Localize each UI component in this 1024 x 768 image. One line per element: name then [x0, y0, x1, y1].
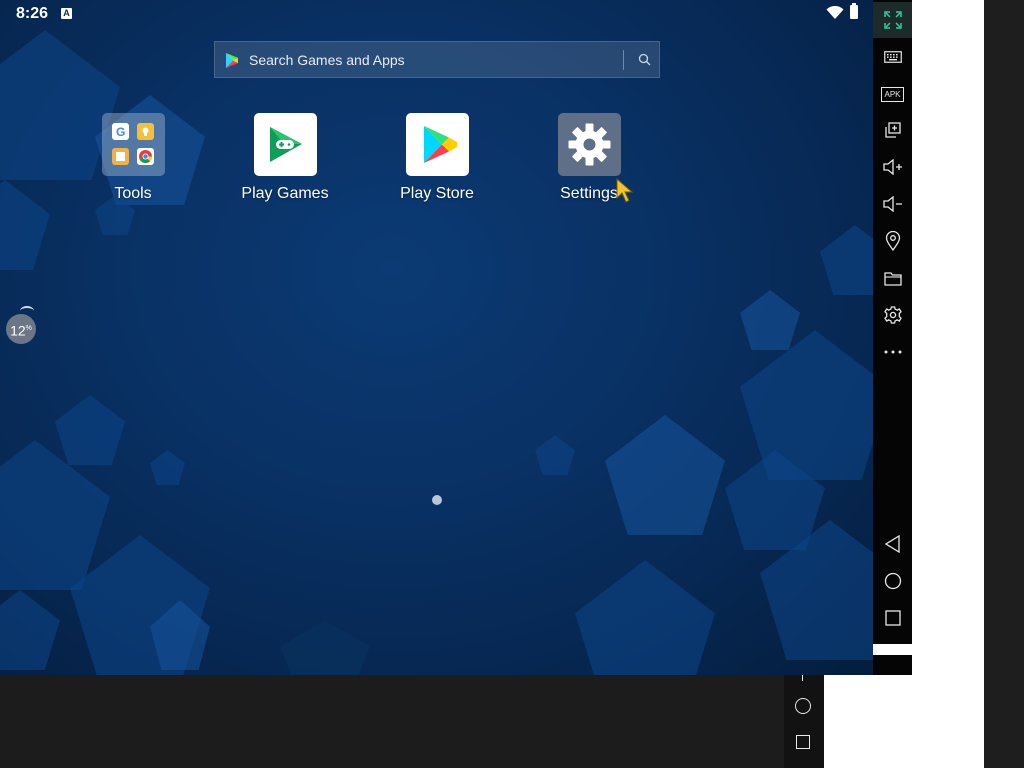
- status-bar: 8:26 A: [0, 0, 873, 28]
- keep-icon: [136, 123, 154, 140]
- more-icon: [884, 350, 901, 354]
- wallpaper-shape: [605, 415, 725, 535]
- play-store-icon: [405, 113, 469, 176]
- page-indicator: [432, 495, 442, 505]
- home-button[interactable]: [873, 563, 912, 599]
- wallpaper-shape: [55, 395, 125, 465]
- svg-text:G: G: [116, 125, 125, 139]
- percent-unit: %: [25, 325, 32, 332]
- search-bar[interactable]: Search Games and Apps: [214, 41, 660, 78]
- volume-up-button[interactable]: [873, 149, 912, 185]
- volume-up-icon: [882, 159, 902, 175]
- search-placeholder: Search Games and Apps: [249, 52, 405, 68]
- percent-badge[interactable]: 12%: [6, 314, 36, 344]
- wallpaper-shape: [575, 560, 715, 675]
- location-button[interactable]: [873, 223, 912, 259]
- file-manager-button[interactable]: [873, 260, 912, 296]
- settings-button[interactable]: [873, 297, 912, 333]
- play-games-icon: [253, 113, 317, 176]
- wallpaper-shape: [280, 620, 370, 675]
- app-tools[interactable]: G Tools: [73, 113, 193, 203]
- wallpaper-shape: [535, 435, 575, 475]
- folder-icon: [883, 271, 902, 286]
- background-edge: [984, 0, 1024, 768]
- app-play-games[interactable]: Play Games: [225, 113, 345, 203]
- apk-install-button[interactable]: APK: [873, 76, 912, 112]
- notes-icon: [111, 148, 129, 165]
- wallpaper-shape: [740, 290, 800, 350]
- home-icon[interactable]: [795, 698, 811, 714]
- play-store-icon: [226, 53, 238, 68]
- fullscreen-button[interactable]: [873, 2, 912, 38]
- multi-window-button[interactable]: [873, 112, 912, 148]
- more-button[interactable]: [873, 334, 912, 370]
- battery-icon: [850, 3, 858, 19]
- background-panel-bottom: [824, 675, 984, 768]
- keyboard-icon: [883, 51, 902, 63]
- secondary-nav-strip: [784, 675, 824, 768]
- settings-icon: [883, 306, 902, 324]
- chrome-icon: [136, 148, 154, 165]
- wallpaper-shape: [820, 225, 873, 295]
- back-icon[interactable]: [802, 675, 809, 681]
- clock: 8:26: [16, 5, 49, 22]
- percent-value: 12: [10, 322, 26, 339]
- emulator-home-screen: 8:26 A Search Games and Apps G Tools Pla…: [0, 0, 873, 675]
- app-label: Play Store: [400, 185, 474, 202]
- notification-icon: A: [61, 8, 72, 19]
- wallpaper-shape: [0, 180, 50, 270]
- search-divider: [623, 50, 624, 70]
- volume-down-button[interactable]: [873, 186, 912, 222]
- app-label: Tools: [114, 185, 152, 202]
- folder-icon: G: [101, 113, 165, 176]
- volume-down-icon: [882, 196, 902, 212]
- recents-icon: [884, 610, 901, 626]
- location-icon: [885, 231, 900, 251]
- toolbar-divider: [873, 644, 912, 655]
- wifi-icon: [826, 6, 844, 19]
- background-panel: [912, 0, 984, 768]
- settings-gear-icon: [557, 113, 621, 176]
- app-play-store[interactable]: Play Store: [377, 113, 497, 203]
- apk-icon: APK: [881, 86, 904, 102]
- wallpaper-shape: [150, 450, 185, 485]
- google-icon: G: [111, 123, 129, 140]
- fullscreen-icon: [883, 11, 902, 29]
- back-icon: [884, 535, 900, 553]
- wallpaper-shape: [740, 330, 873, 480]
- home-icon: [884, 572, 901, 590]
- search-icon[interactable]: [638, 53, 651, 66]
- keyboard-button[interactable]: [873, 39, 912, 75]
- emulator-toolbar: APK: [873, 0, 912, 675]
- wallpaper-shape: [0, 590, 60, 670]
- recents-icon[interactable]: [796, 735, 810, 749]
- recents-button[interactable]: [873, 600, 912, 636]
- multi-window-icon: [884, 122, 901, 138]
- mouse-cursor-icon: [616, 178, 634, 203]
- app-label: Play Games: [241, 185, 329, 202]
- back-button[interactable]: [873, 526, 912, 562]
